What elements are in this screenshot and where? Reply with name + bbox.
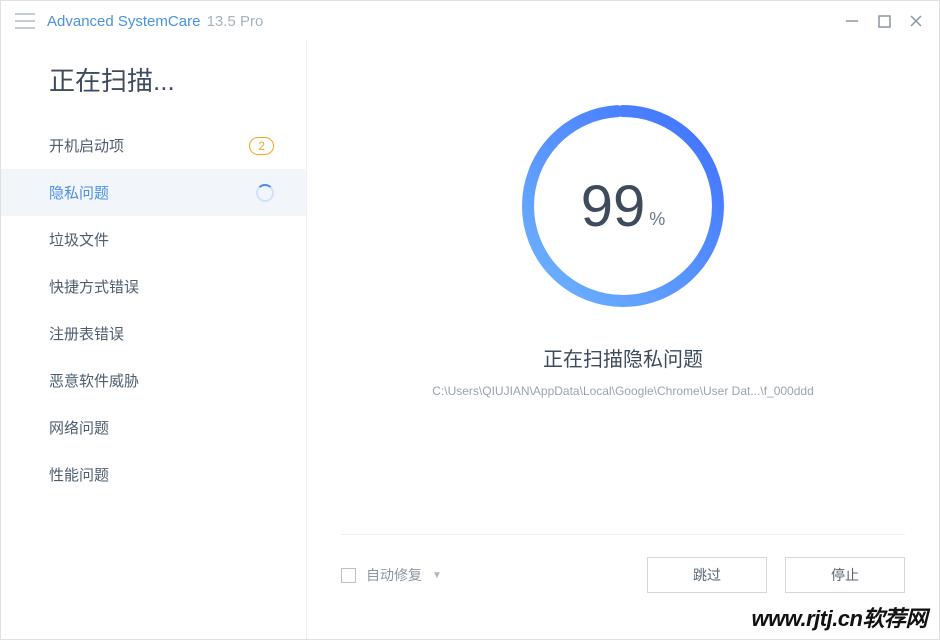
sidebar-item-label: 快捷方式错误 [49,276,139,297]
sidebar-item-registry[interactable]: 注册表错误 [1,310,306,357]
app-version: 13.5 Pro [207,13,264,30]
minimize-button[interactable] [843,12,861,30]
sidebar-item-label: 垃圾文件 [49,229,109,250]
maximize-button[interactable] [875,12,893,30]
menu-icon[interactable] [15,13,35,29]
main-panel: 99 % 正在扫描隐私问题 C:\Users\QIUJIAN\AppData\L… [306,41,939,639]
app-brand: Advanced SystemCare [47,13,200,30]
count-badge: 2 [249,137,274,155]
sidebar-item-startup[interactable]: 开机启动项 2 [1,122,306,169]
divider [341,534,905,535]
sidebar: 正在扫描... 开机启动项 2 隐私问题 垃圾文件 快捷方式错误 注册表错误 恶… [1,41,306,639]
percent-sign: % [649,209,665,230]
stop-button[interactable]: 停止 [785,557,905,593]
progress-ring: 99 % [518,101,728,311]
sidebar-item-label: 隐私问题 [49,182,109,203]
sidebar-item-malware[interactable]: 恶意软件威胁 [1,357,306,404]
sidebar-item-network[interactable]: 网络问题 [1,404,306,451]
spinner-icon [256,184,274,202]
sidebar-item-junk[interactable]: 垃圾文件 [1,216,306,263]
chevron-down-icon[interactable]: ▼ [432,570,442,581]
sidebar-item-label: 恶意软件威胁 [49,370,139,391]
sidebar-item-label: 性能问题 [49,464,109,485]
sidebar-item-label: 网络问题 [49,417,109,438]
app-title: Advanced SystemCare 13.5 Pro [47,13,263,30]
autofix-checkbox[interactable] [341,568,356,583]
sidebar-item-privacy[interactable]: 隐私问题 [1,169,306,216]
progress-percent: 99 [581,173,646,240]
sidebar-item-label: 注册表错误 [49,323,124,344]
skip-button[interactable]: 跳过 [647,557,767,593]
status-text: 正在扫描隐私问题 [543,343,703,372]
close-button[interactable] [907,12,925,30]
scan-path: C:\Users\QIUJIAN\AppData\Local\Google\Ch… [432,384,814,398]
sidebar-item-shortcut[interactable]: 快捷方式错误 [1,263,306,310]
watermark: www.rjtj.cn软荐网 [751,601,927,633]
sidebar-item-label: 开机启动项 [49,135,124,156]
page-title: 正在扫描... [1,61,306,122]
autofix-label: 自动修复 [366,565,422,585]
sidebar-item-performance[interactable]: 性能问题 [1,451,306,498]
